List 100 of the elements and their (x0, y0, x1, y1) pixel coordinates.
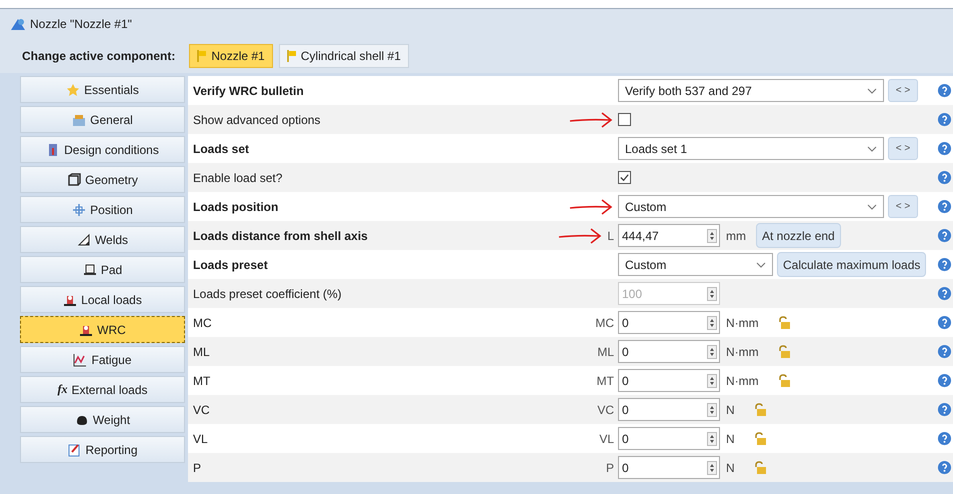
unit-label: N (726, 402, 735, 416)
property-label: Enable load set? (193, 170, 284, 184)
padlock-icon (776, 374, 791, 388)
dropdown[interactable]: Verify both 537 and 297 (618, 79, 884, 102)
nav-button[interactable]: WRC (20, 316, 185, 343)
padlock-icon (776, 344, 791, 358)
nav-arrows-button[interactable]: < > (888, 79, 918, 102)
dropdown[interactable]: Custom (618, 195, 884, 218)
help-icon[interactable] (937, 460, 952, 475)
spinner-arrows-icon (707, 344, 717, 358)
property-label: MT (193, 374, 212, 388)
checkbox[interactable] (618, 113, 631, 126)
spin-field[interactable]: 0 (618, 456, 720, 479)
property-label: P (193, 460, 202, 474)
symbol-label: P (606, 460, 614, 474)
unit-label: N·mm (726, 344, 759, 358)
property-label: Show advanced options (193, 112, 322, 126)
help-icon[interactable] (937, 257, 952, 272)
chart-icon (73, 352, 88, 366)
spin-field[interactable]: 0 (618, 311, 720, 334)
unit-label: N (726, 432, 735, 446)
chevron-icon (867, 146, 877, 152)
nav-button[interactable]: Local loads (20, 286, 185, 313)
nav-button[interactable]: Essentials (20, 76, 185, 103)
spinner-arrows-icon (707, 374, 717, 388)
help-icon[interactable] (937, 228, 952, 243)
unit-label: N (726, 460, 735, 474)
symbol-label: ML (597, 344, 614, 358)
spinner-arrows-icon (707, 432, 717, 446)
chevron-icon (756, 262, 766, 268)
spinner-arrows-icon (707, 460, 717, 474)
help-icon[interactable] (937, 402, 952, 417)
nav-button[interactable]: Reporting (20, 436, 185, 463)
spin-field[interactable]: 0 (618, 427, 720, 450)
spinner-arrows-icon (707, 286, 717, 300)
nav-button[interactable]: General (20, 106, 185, 133)
app-icon (10, 16, 26, 32)
nav-button[interactable]: Welds (20, 226, 185, 253)
nav-button[interactable]: Weight (20, 406, 185, 433)
help-icon[interactable] (937, 170, 952, 185)
cube-icon (67, 172, 82, 186)
help-icon[interactable] (937, 315, 952, 330)
pad-icon (82, 262, 97, 276)
symbol-label: MC (595, 316, 614, 330)
property-label: VC (193, 402, 211, 416)
weld-icon (76, 232, 91, 246)
nav-button[interactable]: fx External loads (20, 376, 185, 403)
unit-label: mm (726, 228, 746, 242)
property-label: Loads position (193, 200, 280, 214)
spin-field[interactable]: 0 (618, 398, 720, 421)
symbol-label: L (607, 228, 614, 242)
dropdown[interactable]: Custom (618, 253, 773, 276)
nav-button[interactable]: Pad (20, 256, 185, 283)
unit-label: N·mm (726, 316, 759, 330)
dropdown[interactable]: Loads set 1 (618, 137, 884, 160)
toolbox-icon (72, 112, 86, 126)
property-label: Loads preset coefficient (%) (193, 286, 343, 300)
help-icon[interactable] (937, 83, 952, 98)
calculate-button[interactable]: Calculate maximum loads (777, 252, 926, 277)
help-icon[interactable] (937, 286, 952, 301)
nav-button[interactable]: Geometry (20, 166, 185, 193)
spinner-arrows-icon (707, 228, 717, 242)
nav-arrows-button[interactable]: < > (888, 137, 918, 160)
component-label: Change active component: (22, 49, 176, 63)
padlock-icon (752, 460, 767, 474)
component-tab[interactable]: Nozzle #1 (189, 44, 273, 68)
property-label: Verify WRC bulletin (193, 84, 305, 98)
property-label: ML (193, 344, 211, 358)
nav-button[interactable]: Position (20, 196, 185, 223)
symbol-label: MT (596, 374, 614, 388)
crosshair-icon (72, 202, 86, 216)
function-icon: fx (57, 382, 68, 397)
checkbox[interactable] (618, 171, 631, 184)
spin-field[interactable]: 0 (618, 369, 720, 392)
component-tab[interactable]: Cylindrical shell #1 (278, 44, 409, 68)
window-title: Nozzle "Nozzle #1" (30, 17, 132, 31)
report-icon (67, 442, 82, 456)
property-label: Loads preset (193, 258, 269, 272)
unit-label: N·mm (726, 374, 759, 388)
property-label: Loads set (193, 142, 250, 156)
help-icon[interactable] (937, 373, 952, 388)
nav-button[interactable]: Design conditions (20, 136, 185, 163)
property-label: VL (193, 432, 209, 446)
spin-field[interactable]: 0 (618, 340, 720, 363)
help-icon[interactable] (937, 112, 952, 127)
at-nozzle-end-button[interactable]: At nozzle end (756, 223, 841, 248)
help-icon[interactable] (937, 431, 952, 446)
help-icon[interactable] (937, 344, 952, 359)
help-icon[interactable] (937, 199, 952, 214)
help-icon[interactable] (937, 141, 952, 156)
star-icon (66, 82, 80, 96)
nav-button[interactable]: Fatigue (20, 346, 185, 373)
chevron-icon (867, 204, 877, 210)
padlock-icon (752, 432, 767, 446)
symbol-label: VC (597, 402, 614, 416)
flag-icon (286, 50, 297, 62)
nav-arrows-button[interactable]: < > (888, 195, 918, 218)
chevron-icon (867, 88, 877, 94)
spin-field[interactable]: 444,47 (618, 224, 720, 247)
property-label: MC (193, 316, 213, 330)
